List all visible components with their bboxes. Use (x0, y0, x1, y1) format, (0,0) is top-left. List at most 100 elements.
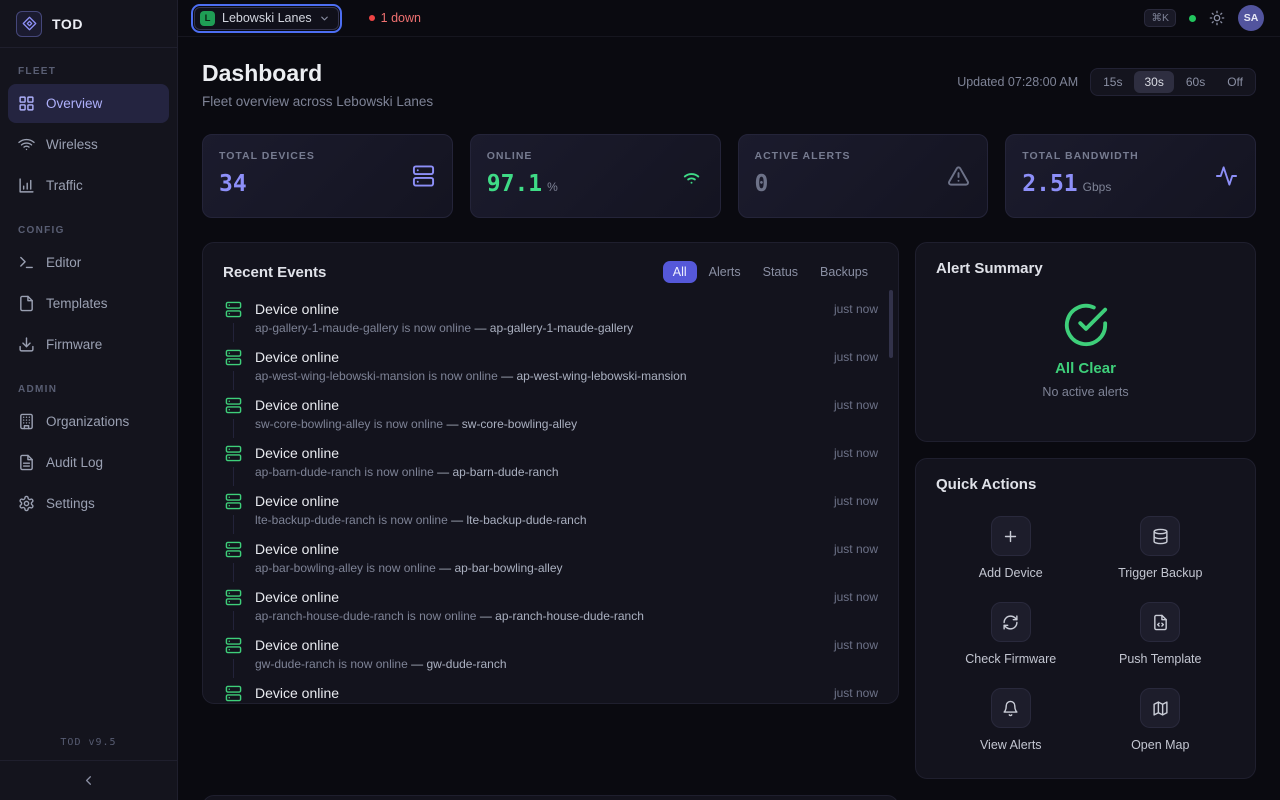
server-icon (225, 637, 242, 654)
stat-label: TOTAL BANDWIDTH (1022, 150, 1239, 162)
sidebar-item-overview[interactable]: Overview (8, 84, 169, 123)
check-circle-icon (1063, 302, 1109, 348)
check-firmware-button[interactable]: Check Firmware (936, 602, 1086, 666)
theme-toggle-button[interactable] (1209, 10, 1225, 26)
event-detail: gw-dude-ranch is now online — gw-dude-ra… (255, 657, 822, 672)
alert-summary-body: All Clear No active alerts (936, 277, 1235, 424)
topbar-right: ⌘K SA (1144, 5, 1264, 31)
chevron-down-icon (319, 13, 330, 24)
timeline-connector (233, 659, 234, 678)
event-title: Device online (255, 300, 822, 318)
event-body: Device online sw-core-bowling-alley is n… (255, 396, 822, 438)
event-body: Device online ap-bar-bowling-alley is no… (255, 540, 822, 582)
event-row[interactable]: Device online lte-backup-dude-ranch is n… (223, 486, 878, 534)
quick-actions-grid: Add Device Trigger Backup Check Firmware (936, 516, 1235, 752)
sun-icon (1209, 10, 1225, 26)
quick-actions-card: Quick Actions Add Device Trigger Backup (915, 458, 1256, 779)
sidebar-item-templates[interactable]: Templates (8, 284, 169, 323)
event-time: just now (834, 444, 878, 486)
tab-alerts[interactable]: Alerts (699, 261, 751, 283)
recent-events-card: Recent Events All Alerts Status Backups … (202, 242, 899, 704)
event-detail: ap-barn-dude-ranch is now online — ap-ba… (255, 465, 822, 480)
stat-unit: Gbps (1083, 180, 1112, 194)
event-device: — ap-bar-bowling-alley (439, 561, 562, 575)
event-row[interactable]: Device online ap-west-wing-lebowski-mans… (223, 342, 878, 390)
quick-action-label: Check Firmware (965, 652, 1056, 666)
event-device: — ap-west-wing-lebowski-mansion (501, 369, 686, 383)
refresh-option-off[interactable]: Off (1217, 71, 1253, 93)
view-alerts-button[interactable]: View Alerts (936, 688, 1086, 752)
event-time: just now (834, 396, 878, 438)
server-icon (412, 165, 435, 188)
activity-icon (1215, 165, 1238, 188)
nav-section-admin: ADMIN Organizations Audit Log Settings (8, 376, 169, 523)
sidebar-item-traffic[interactable]: Traffic (8, 166, 169, 205)
sidebar-item-firmware[interactable]: Firmware (8, 325, 169, 364)
stat-card-total-bandwidth: TOTAL BANDWIDTH 2.51 Gbps (1005, 134, 1256, 218)
sidebar-nav: FLEET Overview Wireless Traffic CONFIG E… (0, 48, 177, 727)
event-title: Device online (255, 540, 822, 558)
event-time: just now (834, 348, 878, 390)
page-title: Dashboard (202, 60, 433, 87)
org-selector[interactable]: L Lebowski Lanes (194, 7, 339, 30)
alert-triangle-icon (947, 165, 970, 188)
sidebar-item-label: Wireless (46, 137, 98, 152)
event-title: Device online (255, 588, 822, 606)
events-scrollbar[interactable] (889, 290, 893, 358)
sidebar-item-organizations[interactable]: Organizations (8, 402, 169, 441)
timeline-connector (233, 515, 234, 534)
server-icon (225, 301, 242, 318)
sidebar-item-editor[interactable]: Editor (8, 243, 169, 282)
tab-status[interactable]: Status (753, 261, 808, 283)
events-filter-tabs: All Alerts Status Backups (663, 261, 878, 283)
event-title: Device online (255, 684, 822, 702)
stat-card-active-alerts: ACTIVE ALERTS 0 (738, 134, 989, 218)
nav-section-fleet: FLEET Overview Wireless Traffic (8, 58, 169, 205)
tab-all[interactable]: All (663, 261, 697, 283)
tab-backups[interactable]: Backups (810, 261, 878, 283)
event-body: Device online lte-backup-dude-ranch is n… (255, 492, 822, 534)
bar-chart-icon (18, 177, 35, 194)
sidebar-item-label: Traffic (46, 178, 83, 193)
command-palette-shortcut[interactable]: ⌘K (1144, 9, 1176, 27)
user-avatar[interactable]: SA (1238, 5, 1264, 31)
quick-action-label: View Alerts (980, 738, 1042, 752)
sidebar-collapse-button[interactable] (0, 760, 177, 800)
event-row[interactable]: Device online ap-gallery-1-maude-gallery… (223, 294, 878, 342)
file-icon (18, 295, 35, 312)
download-icon (18, 336, 35, 353)
refresh-option-60s[interactable]: 60s (1176, 71, 1215, 93)
sidebar-item-audit-log[interactable]: Audit Log (8, 443, 169, 482)
event-row[interactable]: Device online sw-core-bowling-alley is n… (223, 390, 878, 438)
add-device-button[interactable]: Add Device (936, 516, 1086, 580)
event-body: Device online gw-dude-ranch is now onlin… (255, 636, 822, 678)
event-row[interactable]: Device online ap-ranch-house-dude-ranch … (223, 582, 878, 630)
quick-action-label: Add Device (979, 566, 1043, 580)
org-badge: L (200, 11, 215, 26)
refresh-option-30s[interactable]: 30s (1134, 71, 1173, 93)
server-icon (225, 349, 242, 366)
wifi-icon (18, 136, 35, 153)
event-row[interactable]: Device online gw-dude-ranch is now onlin… (223, 630, 878, 678)
sidebar-item-settings[interactable]: Settings (8, 484, 169, 523)
app-logo: TOD (0, 0, 177, 48)
refresh-option-15s[interactable]: 15s (1093, 71, 1132, 93)
events-list: Device online ap-gallery-1-maude-gallery… (223, 294, 878, 704)
event-device: — lte-backup-dude-ranch (451, 513, 586, 527)
sidebar-item-wireless[interactable]: Wireless (8, 125, 169, 164)
event-row[interactable]: Device online ap-barn-dude-ranch is now … (223, 438, 878, 486)
event-time: just now (834, 492, 878, 534)
down-status-badge[interactable]: 1 down (369, 11, 421, 25)
event-time: just now (834, 540, 878, 582)
server-icon (225, 685, 242, 702)
quick-action-label: Trigger Backup (1118, 566, 1202, 580)
push-template-button[interactable]: Push Template (1086, 602, 1236, 666)
event-row[interactable]: Device online just now (223, 678, 878, 704)
terminal-icon (18, 254, 35, 271)
quick-action-label: Open Map (1131, 738, 1189, 752)
event-detail: lte-backup-dude-ranch is now online — lt… (255, 513, 822, 528)
sidebar-item-label: Overview (46, 96, 102, 111)
event-row[interactable]: Device online ap-bar-bowling-alley is no… (223, 534, 878, 582)
trigger-backup-button[interactable]: Trigger Backup (1086, 516, 1236, 580)
open-map-button[interactable]: Open Map (1086, 688, 1236, 752)
